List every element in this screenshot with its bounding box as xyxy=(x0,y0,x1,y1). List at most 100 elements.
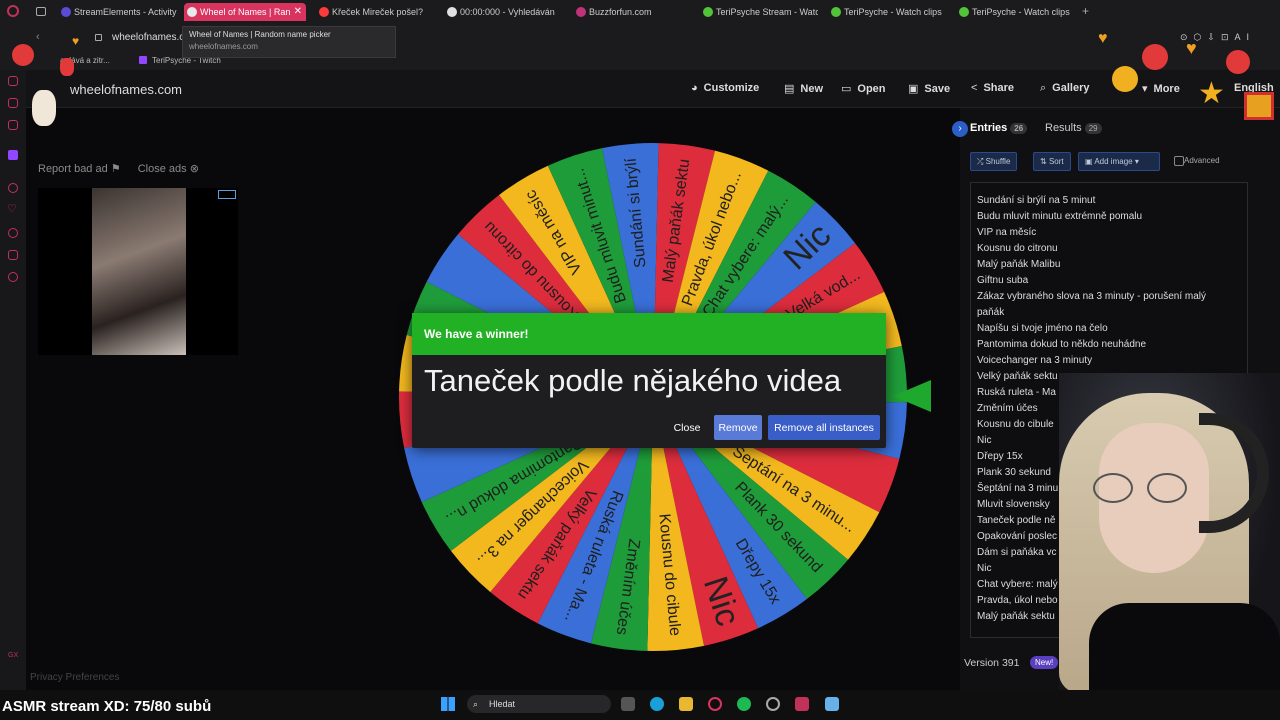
entry-line: Napíšu si tvoje jméno na čelo xyxy=(977,323,1108,334)
close-icon: ⊗ xyxy=(189,163,199,175)
entry-line: Malý paňák Malibu xyxy=(977,259,1061,270)
report-ad-link[interactable]: Report bad ad ⚑ xyxy=(38,163,121,175)
lock-icon xyxy=(95,34,102,41)
nav-label: Save xyxy=(924,83,951,95)
nav-open-button[interactable]: ▭ Open xyxy=(841,82,886,95)
sidebar-icon[interactable] xyxy=(8,98,18,108)
search-icon: ⌕ xyxy=(1040,82,1047,94)
browser-tab[interactable]: TeriPsyche - Watch clips xyxy=(956,3,1074,21)
browser-tab[interactable]: Buzzforfun.com xyxy=(573,3,691,21)
sidebar-icon[interactable] xyxy=(8,183,18,193)
nav-customize-button[interactable]: ◕ Customize xyxy=(691,82,759,94)
sidebar-icon[interactable] xyxy=(8,76,18,86)
task-view-icon[interactable] xyxy=(621,697,635,711)
workspace-icon[interactable] xyxy=(36,7,46,16)
site-header: wheelofnames.com ◕ Customize ▤ New ▭ Open ▣ Sav… xyxy=(26,70,1280,108)
tab-label: 00:00:000 - Vyhledáván xyxy=(460,7,555,17)
sidebar-icon[interactable] xyxy=(8,120,18,130)
ad-info-icon[interactable] xyxy=(218,190,236,199)
tab-favicon-icon xyxy=(61,7,71,17)
winner-name: Taneček podle nějakého videa xyxy=(424,363,842,398)
entry-line: Voicechanger na 3 minuty xyxy=(977,355,1093,366)
browser-tab[interactable]: Křeček Mireček pošel? xyxy=(316,3,434,21)
tab-label: Buzzforfun.com xyxy=(589,7,652,17)
ad-controls: Report bad ad ⚑ Close ads ⊗ xyxy=(38,162,199,175)
collapse-panel-icon[interactable]: › xyxy=(952,121,968,137)
settings-icon[interactable] xyxy=(8,272,18,282)
close-tab-icon[interactable]: ✕ xyxy=(294,3,302,21)
winner-dialog: We have a winner! Taneček podle nějakého… xyxy=(412,313,886,448)
spotify-icon[interactable] xyxy=(737,697,751,711)
notepad-icon[interactable] xyxy=(825,697,839,711)
nav-more-button[interactable]: ▾ More xyxy=(1142,82,1180,95)
new-file-icon: ▤ xyxy=(784,83,795,95)
browser-tab[interactable]: StreamElements - Activity xyxy=(58,3,182,21)
ornament-decoration xyxy=(60,58,74,76)
nav-label: Gallery xyxy=(1052,82,1090,94)
chevron-down-icon: ▾ xyxy=(1134,157,1139,166)
sidebar-icon[interactable] xyxy=(8,250,18,260)
twitch-icon[interactable] xyxy=(8,150,18,160)
nav-label: New xyxy=(800,83,824,95)
back-icon[interactable]: ‹ xyxy=(36,31,40,43)
ornament-decoration xyxy=(1112,66,1138,92)
browser-tab[interactable]: Wheel of Names | Ran ✕ xyxy=(184,3,306,21)
edge-icon[interactable] xyxy=(650,697,664,711)
entry-line: paňák xyxy=(977,307,1005,318)
close-button[interactable]: Close xyxy=(666,415,708,440)
ornament-decoration xyxy=(12,44,34,66)
tab-label: Křeček Mireček pošel? xyxy=(332,7,424,17)
browser-sidebar: ♡ GX xyxy=(0,70,26,690)
privacy-preferences-link[interactable]: Privacy Preferences xyxy=(30,672,119,683)
remove-button[interactable]: Remove xyxy=(714,415,762,440)
nav-gallery-button[interactable]: ⌕ Gallery xyxy=(1040,82,1089,95)
entries-count-badge: 26 xyxy=(1010,123,1028,134)
app-icon[interactable] xyxy=(795,697,809,711)
nav-new-button[interactable]: ▤ New xyxy=(784,82,823,95)
results-count-badge: 29 xyxy=(1084,123,1102,134)
entry-line: Pantomima dokud to někdo neuhádne xyxy=(977,339,1147,350)
windows-start-icon[interactable] xyxy=(441,697,455,711)
nav-label: Share xyxy=(983,82,1015,94)
ornament-decoration xyxy=(32,90,56,126)
close-ads-link[interactable]: Close ads ⊗ xyxy=(138,163,199,175)
browser-tab[interactable]: TeriPsyche Stream - Watc xyxy=(700,3,818,21)
heart-decoration: ♥ xyxy=(1186,38,1197,58)
nav-share-button[interactable]: < Share xyxy=(971,82,1014,94)
sort-icon: ⇅ xyxy=(1040,157,1047,166)
opera-logo-icon[interactable] xyxy=(7,5,19,17)
browser-tab-bar: StreamElements - Activity Wheel of Names … xyxy=(0,0,1280,24)
settings-icon[interactable] xyxy=(766,697,780,711)
tab-favicon-icon xyxy=(447,7,457,17)
nav-save-button[interactable]: ▣ Save xyxy=(908,82,950,95)
browser-tab[interactable]: TeriPsyche - Watch clips xyxy=(828,3,946,21)
shuffle-button[interactable]: ⤮ Shuffle xyxy=(970,152,1018,171)
advanced-checkbox[interactable] xyxy=(1174,156,1184,166)
tab-results[interactable]: Results 29 xyxy=(1045,122,1102,134)
heart-icon[interactable]: ♡ xyxy=(7,202,17,215)
opera-gx-icon[interactable] xyxy=(708,697,722,711)
streamer-shirt xyxy=(1089,603,1280,690)
ad-image[interactable] xyxy=(92,188,186,355)
url-field[interactable]: wheelofnames.co xyxy=(112,32,190,43)
new-tab-icon[interactable]: + xyxy=(1082,4,1089,18)
browser-tab[interactable]: 00:00:000 - Vyhledáván xyxy=(444,3,564,21)
file-explorer-icon[interactable] xyxy=(679,697,693,711)
entry-line: Zákaz vybraného slova na 3 minuty - poru… xyxy=(977,291,1206,302)
flag-icon: ⚑ xyxy=(110,163,121,175)
wheel-pointer xyxy=(893,380,931,412)
nav-label: Customize xyxy=(703,82,760,94)
sort-button[interactable]: ⇅ Sort xyxy=(1033,152,1071,171)
taskbar-search[interactable]: ⌕ Hledat xyxy=(467,695,611,713)
version-label: Version 391 xyxy=(964,657,1020,669)
add-image-button[interactable]: ▣ Add image ▾ xyxy=(1078,152,1160,171)
tab-entries[interactable]: Entries 26 xyxy=(970,122,1028,134)
remove-all-button[interactable]: Remove all instances xyxy=(768,415,880,440)
tab-favicon-icon xyxy=(319,7,329,17)
webcam-overlay xyxy=(1059,373,1280,690)
site-logo[interactable]: wheelofnames.com xyxy=(70,82,182,97)
tab-favicon-icon xyxy=(959,7,969,17)
gx-label: GX xyxy=(8,652,19,659)
image-icon: ▣ xyxy=(1085,157,1093,166)
history-icon[interactable] xyxy=(8,228,18,238)
